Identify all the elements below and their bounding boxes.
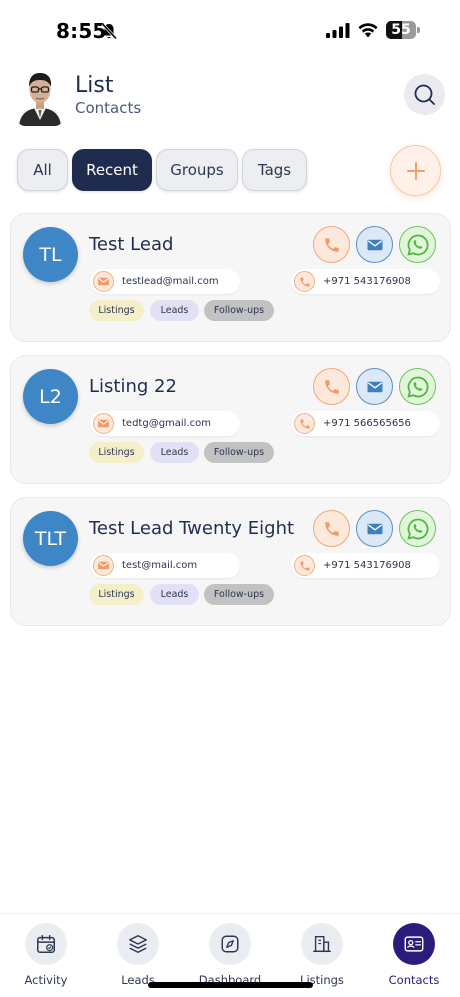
- nav-activity[interactable]: Activity: [11, 923, 81, 995]
- contact-avatar: TL: [23, 227, 78, 282]
- battery-indicator: 55: [386, 21, 420, 39]
- whatsapp-icon: [406, 376, 428, 398]
- page-header: List Contacts: [0, 62, 460, 132]
- contact-phone-text: +971 566565656: [323, 418, 411, 429]
- contact-phone[interactable]: +971 566565656: [291, 411, 440, 436]
- bell-muted-icon: [101, 22, 118, 40]
- tag-leads[interactable]: Leads: [150, 300, 199, 321]
- tag-follow-ups[interactable]: Follow-ups: [204, 442, 274, 463]
- compass-icon: [221, 935, 239, 953]
- tag-leads[interactable]: Leads: [150, 442, 199, 463]
- nav-contacts-label: Contacts: [388, 973, 440, 987]
- page-title: List: [75, 73, 114, 98]
- contact-name: Listing 22: [89, 376, 177, 397]
- contact-email-text: tedtg@gmail.com: [122, 418, 211, 429]
- email-button[interactable]: [356, 226, 393, 263]
- contact-name: Test Lead Twenty Eight: [89, 518, 295, 539]
- mail-icon: [93, 271, 114, 292]
- mail-icon: [93, 413, 114, 434]
- layers-icon: [129, 935, 147, 953]
- phone-icon: [294, 413, 315, 434]
- search-icon: [414, 84, 435, 105]
- tab-groups[interactable]: Groups: [156, 149, 238, 191]
- contact-name: Test Lead: [89, 234, 174, 255]
- cellular-signal-icon: [326, 23, 350, 38]
- contact-email-text: testlead@mail.com: [122, 276, 219, 287]
- tag-follow-ups[interactable]: Follow-ups: [204, 300, 274, 321]
- battery-level: 55: [391, 22, 411, 38]
- page-subtitle: Contacts: [75, 99, 142, 117]
- contact-email[interactable]: test@mail.com: [90, 553, 240, 578]
- tag-follow-ups[interactable]: Follow-ups: [204, 584, 274, 605]
- tag-leads[interactable]: Leads: [150, 584, 199, 605]
- phone-icon: [324, 521, 339, 536]
- plus-icon: [406, 161, 425, 180]
- contact-card-icon: [404, 936, 424, 952]
- phone-icon: [294, 555, 315, 576]
- calendar-icon: [37, 935, 55, 953]
- mail-icon: [367, 381, 382, 392]
- email-button[interactable]: [356, 368, 393, 405]
- tab-tags[interactable]: Tags: [242, 149, 307, 191]
- tab-recent[interactable]: Recent: [72, 149, 152, 191]
- mail-icon: [367, 239, 382, 250]
- contact-email[interactable]: testlead@mail.com: [90, 269, 240, 294]
- contact-phone-text: +971 543176908: [323, 276, 411, 287]
- whatsapp-button[interactable]: [399, 226, 436, 263]
- search-button[interactable]: [404, 74, 445, 115]
- contact-phone-text: +971 543176908: [323, 560, 411, 571]
- status-bar: 8:55 55: [0, 0, 460, 60]
- whatsapp-button[interactable]: [399, 368, 436, 405]
- wifi-icon: [358, 23, 378, 38]
- contact-card[interactable]: L2 Listing 22 tedtg@gmail.com +971 56656…: [10, 355, 451, 484]
- building-icon: [313, 935, 331, 953]
- contact-card[interactable]: TL Test Lead testlead@mail.com +971 5431…: [10, 213, 451, 342]
- contact-email-text: test@mail.com: [122, 560, 198, 571]
- whatsapp-icon: [406, 234, 428, 256]
- email-button[interactable]: [356, 510, 393, 547]
- add-contact-button[interactable]: [390, 145, 441, 196]
- call-button[interactable]: [313, 226, 350, 263]
- tag-listings[interactable]: Listings: [89, 300, 144, 321]
- contact-card[interactable]: TLT Test Lead Twenty Eight test@mail.com…: [10, 497, 451, 626]
- phone-icon: [294, 271, 315, 292]
- contact-email[interactable]: tedtg@gmail.com: [90, 411, 240, 436]
- whatsapp-icon: [406, 518, 428, 540]
- call-button[interactable]: [313, 368, 350, 405]
- user-avatar[interactable]: [17, 68, 63, 126]
- tag-listings[interactable]: Listings: [89, 442, 144, 463]
- contact-phone[interactable]: +971 543176908: [291, 269, 440, 294]
- phone-icon: [324, 237, 339, 252]
- status-time: 8:55: [56, 19, 107, 43]
- call-button[interactable]: [313, 510, 350, 547]
- whatsapp-button[interactable]: [399, 510, 436, 547]
- nav-contacts[interactable]: Contacts: [379, 923, 449, 995]
- phone-icon: [324, 379, 339, 394]
- tab-all[interactable]: All: [17, 149, 68, 191]
- nav-activity-label: Activity: [24, 973, 68, 987]
- contact-phone[interactable]: +971 543176908: [291, 553, 440, 578]
- tag-listings[interactable]: Listings: [89, 584, 144, 605]
- contact-avatar: L2: [23, 369, 78, 424]
- contact-avatar: TLT: [23, 511, 78, 566]
- home-indicator[interactable]: [148, 982, 313, 988]
- mail-icon: [367, 523, 382, 534]
- mail-icon: [93, 555, 114, 576]
